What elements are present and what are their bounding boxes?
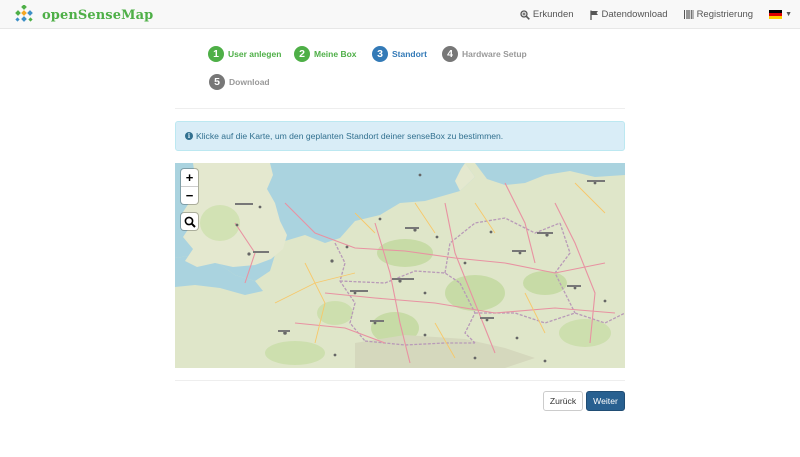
step-label: Standort [392,49,427,59]
zoom-out-button[interactable]: − [181,186,198,204]
nav-link-label: Erkunden [532,9,574,20]
german-flag-icon [769,10,783,19]
step-meine-box[interactable]: 2 Meine Box [294,46,357,62]
nav-link-registrierung[interactable]: Registrierung [683,9,754,20]
step-hardware-setup: 4 Hardware Setup [442,46,527,62]
barcode-icon [683,10,693,19]
step-label: Meine Box [314,49,357,59]
navbar-right: Erkunden Datendownload Registrierung ▼ [504,0,792,29]
step-label: Hardware Setup [462,49,527,59]
step-label: User anlegen [228,49,282,59]
step-download: 5 Download [209,74,270,90]
step-standort[interactable]: 3 Standort [372,46,427,62]
step-number: 4 [442,46,458,62]
zoom-in-button[interactable]: + [181,169,198,186]
step-number: 2 [294,46,310,62]
location-map[interactable]: + − [175,163,625,368]
step-number: 5 [209,74,225,90]
top-navbar: openSenseMap Erkunden Datendownload Regi… [0,0,800,29]
nav-link-label: Datendownload [601,9,668,20]
map-tiles [175,163,625,368]
search-icon [184,216,196,228]
next-button[interactable]: Weiter [586,391,625,411]
brand-name: openSenseMap [42,7,154,23]
step-number: 3 [372,46,388,62]
map-search-button[interactable] [181,213,198,230]
flag-download-icon [589,10,598,20]
brand-logo-link[interactable]: openSenseMap [14,5,153,25]
caret-down-icon: ▼ [785,11,792,18]
nav-link-datendownload[interactable]: Datendownload [589,9,668,20]
language-dropdown[interactable]: ▼ [753,10,792,19]
step-user-anlegen[interactable]: 1 User anlegen [208,46,281,62]
nav-link-erkunden[interactable]: Erkunden [520,9,574,20]
divider [175,380,625,381]
map-zoom-control: + − [181,169,198,204]
divider [175,108,625,109]
step-number: 1 [208,46,224,62]
nav-link-label: Registrierung [696,9,754,20]
back-button[interactable]: Zurück [543,391,583,411]
info-alert: i Klicke auf die Karte, um den geplanten… [175,121,625,151]
opensensemap-logo-icon [15,5,33,22]
zoom-in-icon [520,9,530,20]
step-label: Download [229,77,270,87]
alert-text: Klicke auf die Karte, um den geplanten S… [196,131,504,141]
info-circle-icon: i [185,132,193,140]
